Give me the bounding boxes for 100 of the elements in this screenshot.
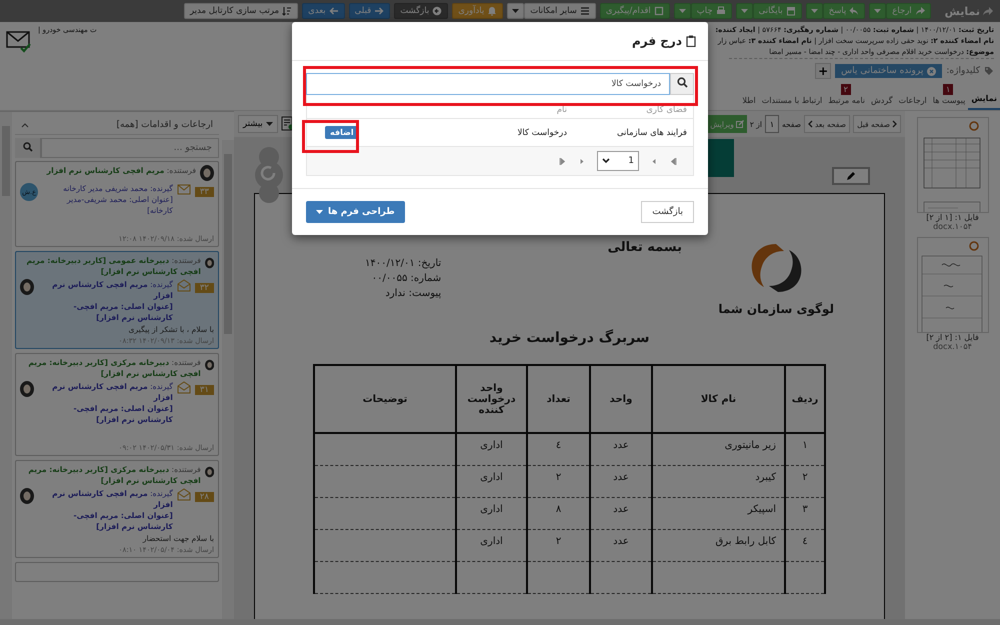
tab[interactable]: نمایش	[968, 81, 1000, 110]
tab[interactable]: نامه مرتبط ۲	[825, 83, 868, 110]
table-cell-text: درخواست کالا	[516, 128, 567, 138]
last-page-icon	[559, 158, 566, 164]
table-cell: عدد	[590, 433, 652, 465]
dialog-title: درج فرم	[632, 34, 682, 48]
scrollbar[interactable]	[0, 112, 12, 619]
printer-icon	[716, 6, 726, 16]
first-page-button[interactable]	[670, 158, 677, 164]
envelope-check-icon	[6, 29, 32, 53]
thumbnail-caption: فایل ۱: [۲ از ۲]	[926, 333, 979, 342]
page-select[interactable]: 1	[597, 151, 639, 171]
table-cell: عدد	[590, 497, 652, 529]
tab[interactable]: ارجاعات	[896, 83, 930, 110]
heading-text: بسمه تعالی	[608, 240, 682, 255]
reply-arrow-icon	[849, 6, 860, 16]
avatar-icon	[204, 464, 214, 480]
tag-icon	[984, 66, 994, 76]
dropdown-toggle[interactable]	[507, 3, 524, 19]
count-badge: ۲	[840, 84, 851, 95]
back-button[interactable]: بازگشت	[641, 201, 694, 223]
referral-card[interactable]	[15, 562, 219, 582]
arrow-left-icon	[328, 6, 339, 16]
column-header: نام کالا	[652, 365, 785, 433]
pen-icon	[846, 171, 856, 181]
toolbar-button[interactable]: بازگشت	[394, 3, 448, 19]
pen-button[interactable]	[832, 167, 870, 185]
table-cell: زیر مانیتوری	[652, 433, 785, 465]
arrow-right-icon	[374, 6, 384, 16]
scrollbar[interactable]	[222, 140, 234, 619]
search-field[interactable]: جستجو ...	[41, 138, 219, 158]
file-name: docx.۱۰۵۴	[933, 222, 972, 231]
tab[interactable]: پیوست ها ۱	[930, 83, 968, 110]
count-badge: ۱	[943, 84, 954, 95]
table-cell: اسپیکر	[652, 497, 785, 529]
number-badge: ۳۱	[194, 385, 214, 395]
caret-icon	[678, 8, 686, 14]
keyword-label: کلیدواژه:	[946, 66, 980, 76]
caret-icon	[740, 8, 748, 14]
document-meta-text: شماره: ۰۰/۰۰۵۵	[370, 273, 442, 284]
tab[interactable]: گردش	[868, 83, 896, 110]
table-cell: اداری	[456, 465, 527, 497]
number-badge: ۳۲	[194, 283, 214, 293]
design-forms-button[interactable]: طراحی فرم ها	[306, 201, 405, 223]
dropdown-toggle[interactable]	[674, 3, 691, 19]
document-meta-text: پیوست: ندارد	[384, 288, 442, 299]
remove-icon[interactable]	[927, 66, 936, 76]
highlight-frame	[302, 120, 359, 153]
table-cell: ۲	[527, 529, 590, 561]
chevron-down-icon	[602, 158, 610, 164]
table-cell: ۱	[785, 433, 825, 465]
column-header: تعداد	[527, 365, 590, 433]
table-cell: اداری	[456, 529, 527, 561]
search-button[interactable]	[670, 73, 694, 95]
tab[interactable]: ارتباط با مستندات	[758, 83, 826, 110]
add-keyword-button[interactable]: +	[815, 63, 832, 79]
circle-arrow-icon	[432, 6, 442, 16]
list-icon	[580, 6, 590, 16]
file-name: docx.۱۰۵۴	[933, 342, 972, 351]
chevron-icon	[892, 120, 897, 128]
referral-card[interactable]	[15, 251, 219, 349]
toolbar-button[interactable]: قبلی	[348, 3, 390, 19]
bell-icon	[487, 6, 498, 16]
column-header: نام	[556, 105, 567, 115]
search-icon	[676, 76, 688, 88]
toolbar-button[interactable]: سایر امکانات	[524, 3, 596, 19]
search-field[interactable]: درخواست کالا	[306, 73, 670, 95]
caret-icon	[512, 8, 520, 14]
caret-icon	[266, 122, 273, 126]
edit-icon	[736, 120, 744, 128]
page-thumbnail[interactable]	[916, 117, 988, 213]
avatar-icon	[20, 381, 34, 397]
dropdown-toggle[interactable]	[869, 3, 886, 19]
keyword-tag: پرونده ساختمانی یاس	[835, 64, 942, 78]
number-badge: ۳۳	[194, 187, 214, 197]
thumbnail-caption: فایل ۱: [۱ از ۲]	[926, 213, 979, 222]
add-button[interactable]: اضافه	[325, 126, 359, 139]
table-cell: ۲	[527, 465, 590, 497]
next-page-icon	[578, 158, 585, 164]
number-badge: ۲۸	[194, 492, 214, 502]
last-page-button[interactable]	[559, 158, 566, 164]
caret-icon	[810, 8, 818, 14]
toolbar-button[interactable]: بعدی	[302, 3, 345, 19]
tab[interactable]: اطلا	[739, 83, 759, 110]
table-cell: ٤	[785, 529, 825, 561]
more-dropdown[interactable]: بیشتر	[238, 115, 278, 133]
caret-icon	[874, 8, 882, 14]
table-cell: عدد	[590, 465, 652, 497]
page-thumbnail[interactable]	[916, 237, 988, 333]
clipboard-icon	[686, 35, 696, 47]
next-page-button[interactable]	[578, 158, 585, 164]
dropdown-toggle[interactable]	[806, 3, 823, 19]
page-number-field[interactable]: ۱	[764, 115, 779, 133]
document-meta-text: تاریخ: ۱۴۰۰/۱۲/۰۱	[365, 258, 442, 269]
logo-caption: لوگوی سازمان شما	[718, 302, 834, 316]
dropdown-toggle[interactable]	[736, 3, 753, 19]
table-cell: کیبرد	[652, 465, 785, 497]
toolbar-button[interactable]: مرتب سازی کارتابل مدیر	[184, 3, 298, 19]
previous-page-button[interactable]	[651, 158, 658, 164]
table-cell: اداری	[456, 433, 527, 465]
